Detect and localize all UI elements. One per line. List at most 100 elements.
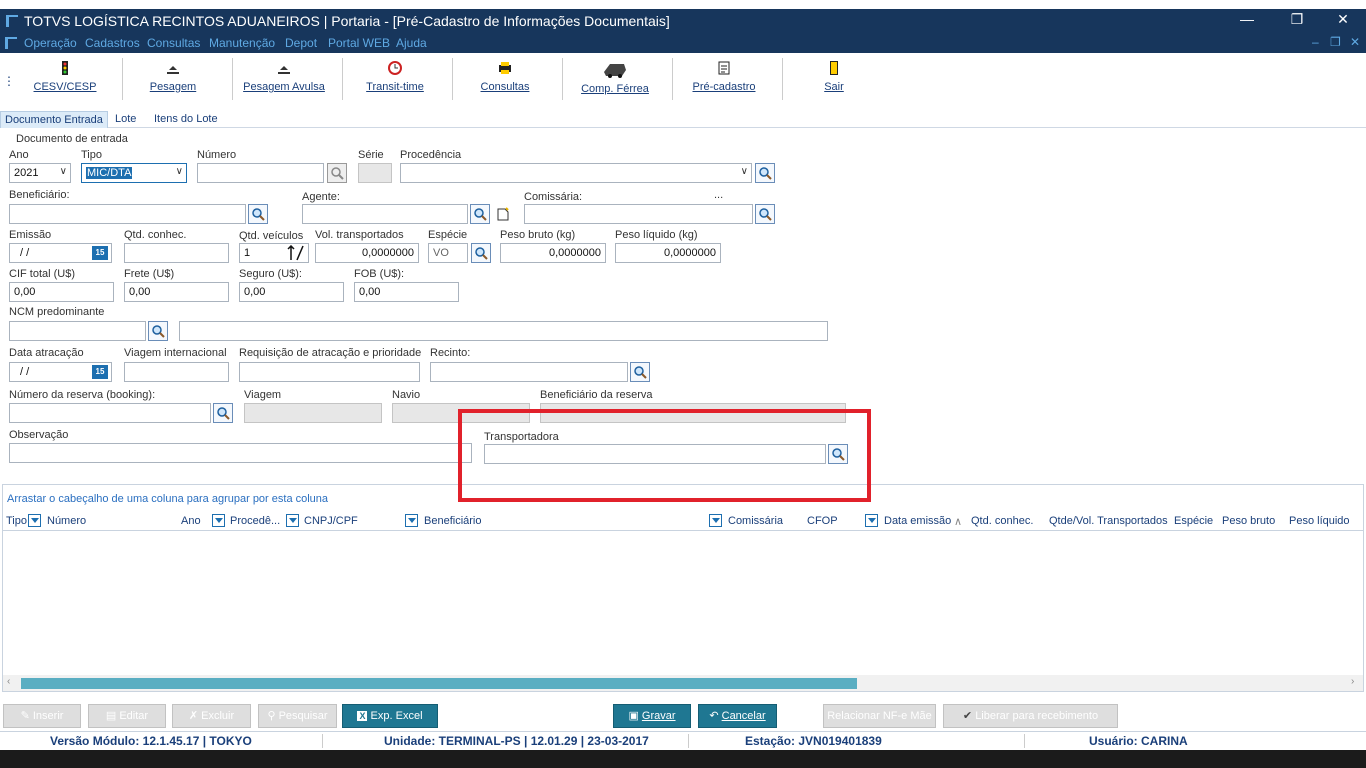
label-ncm: NCM predominante [9,306,105,318]
toolbar-pesagem-avulsa-button[interactable]: Pesagem Avulsa [229,54,339,106]
peso-liquido-input[interactable]: 0,0000000 [615,243,721,263]
menu-cadastros[interactable]: Cadastros [85,36,140,50]
comissaria-ellipsis[interactable]: ... [714,189,723,201]
relacionar-nfe-button[interactable]: Relacionar NF-e Mãe [823,704,936,728]
agente-search-button[interactable] [470,204,490,224]
cif-total-input[interactable]: 0,00 [9,282,114,302]
peso-bruto-input[interactable]: 0,0000000 [500,243,606,263]
stepper-icon[interactable] [287,245,305,261]
column-header-cnpj-cpf[interactable]: CNPJ/CPF [304,515,358,527]
ncm-input[interactable] [9,321,146,341]
column-header-qtd-conhec[interactable]: Qtd. conhec. [971,515,1033,527]
column-header-ano[interactable]: Ano [181,515,201,527]
excluir-button[interactable]: ✗ Excluir [172,704,251,728]
minimize-button[interactable]: — [1232,11,1262,27]
filter-dropdown-icon[interactable] [28,514,41,527]
column-header-especie[interactable]: Espécie [1174,515,1213,527]
filter-dropdown-icon[interactable] [212,514,225,527]
agente-input[interactable] [302,204,468,224]
column-header-cfop[interactable]: CFOP [807,515,838,527]
especie-input[interactable]: VO [428,243,468,263]
column-header-tipo[interactable]: Tipo [6,515,27,527]
scroll-right-icon[interactable]: › [1351,676,1354,687]
horizontal-scrollbar[interactable]: ‹ › [3,675,1363,691]
status-divider [1024,734,1025,748]
tab-documento-entrada[interactable]: Documento Entrada [0,111,108,128]
frete-input[interactable]: 0,00 [124,282,229,302]
exp-excel-button[interactable]: X Exp. Excel [342,704,438,728]
column-header-procedencia[interactable]: Procedê... [230,515,280,527]
column-header-numero[interactable]: Número [47,515,86,527]
column-header-data-emissao[interactable]: Data emissão [884,515,951,527]
recinto-input[interactable] [430,362,628,382]
menu-operacao[interactable]: Operação [24,36,77,50]
search-icon [474,208,487,221]
requisicao-input[interactable] [239,362,420,382]
toolbar-comp-ferrea-button[interactable]: Comp. Férrea [560,54,670,106]
qtd-conhec-input[interactable] [124,243,229,263]
toolbar-pesagem-button[interactable]: Pesagem [118,54,228,106]
numero-reserva-input[interactable] [9,403,211,423]
column-header-peso-liquido[interactable]: Peso líquido [1289,515,1350,527]
ncm-search-button[interactable] [148,321,168,341]
column-header-beneficiario[interactable]: Beneficiário [424,515,481,527]
toolbar-cesv-button[interactable]: CESV/CESP [10,54,120,106]
column-header-peso-bruto[interactable]: Peso bruto [1222,515,1275,527]
ano-select[interactable]: 2021 ∨ [9,163,71,183]
filter-dropdown-icon[interactable] [286,514,299,527]
new-document-icon[interactable] [496,207,510,221]
mdi-restore-icon[interactable]: ❐ [1330,35,1341,49]
calendar-icon[interactable]: 15 [92,246,108,260]
filter-dropdown-icon[interactable] [709,514,722,527]
toolbar-pre-cadastro-button[interactable]: Pré-cadastro [669,54,779,106]
viagem-internacional-input[interactable] [124,362,229,382]
seguro-input[interactable]: 0,00 [239,282,344,302]
numero-reserva-search-button[interactable] [213,403,233,423]
procedencia-select[interactable]: ∨ [400,163,752,183]
serie-input[interactable] [358,163,392,183]
comissaria-search-button[interactable] [755,204,775,224]
beneficiario-search-button[interactable] [248,204,268,224]
editar-button[interactable]: ▤ Editar [88,704,166,728]
toolbar-transit-time-button[interactable]: Transit-time [340,54,450,106]
toolbar-consultas-button[interactable]: Consultas [450,54,560,106]
mdi-minimize-icon[interactable]: – [1312,35,1319,49]
menu-ajuda[interactable]: Ajuda [396,36,427,50]
calendar-icon[interactable]: 15 [92,365,108,379]
mdi-close-icon[interactable]: ✕ [1350,35,1360,49]
toolbar-sair-button[interactable]: Sair [779,54,889,106]
numero-search-button[interactable] [327,163,347,183]
liberar-recebimento-button[interactable]: ✔ Liberar para recebimento [943,704,1118,728]
menu-manutencao[interactable]: Manutenção [209,36,275,50]
scrollbar-thumb[interactable] [21,678,857,689]
especie-search-button[interactable] [471,243,491,263]
tab-lote[interactable]: Lote [111,111,140,128]
close-button[interactable]: ✕ [1328,11,1358,28]
vol-transportados-input[interactable]: 0,0000000 [315,243,419,263]
pesquisar-button[interactable]: ⚲ Pesquisar [258,704,337,728]
cancelar-button[interactable]: ↶ Cancelar [698,704,777,728]
maximize-button[interactable]: ❐ [1282,11,1312,28]
tab-itens-do-lote[interactable]: Itens do Lote [150,111,222,128]
comissaria-input[interactable] [524,204,753,224]
undo-icon: ↶ [709,710,722,722]
procedencia-search-button[interactable] [755,163,775,183]
observacao-input[interactable] [9,443,472,463]
viagem-input[interactable] [244,403,382,423]
numero-input[interactable] [197,163,324,183]
filter-dropdown-icon[interactable] [865,514,878,527]
ncm-description-input[interactable] [179,321,828,341]
gravar-button[interactable]: ▣ Gravar [613,704,691,728]
tipo-select[interactable]: MIC/DTA ∨ [81,163,187,183]
menu-consultas[interactable]: Consultas [147,36,200,50]
column-header-qtde-vol[interactable]: Qtde/Vol. Transportados [1049,515,1168,527]
filter-dropdown-icon[interactable] [405,514,418,527]
beneficiario-input[interactable] [9,204,246,224]
menu-depot[interactable]: Depot [285,36,317,50]
column-header-comissaria[interactable]: Comissária [728,515,783,527]
recinto-search-button[interactable] [630,362,650,382]
inserir-button[interactable]: ✎ Inserir [3,704,81,728]
menu-portal-web[interactable]: Portal WEB [328,36,390,50]
scroll-left-icon[interactable]: ‹ [7,676,10,687]
fob-input[interactable]: 0,00 [354,282,459,302]
